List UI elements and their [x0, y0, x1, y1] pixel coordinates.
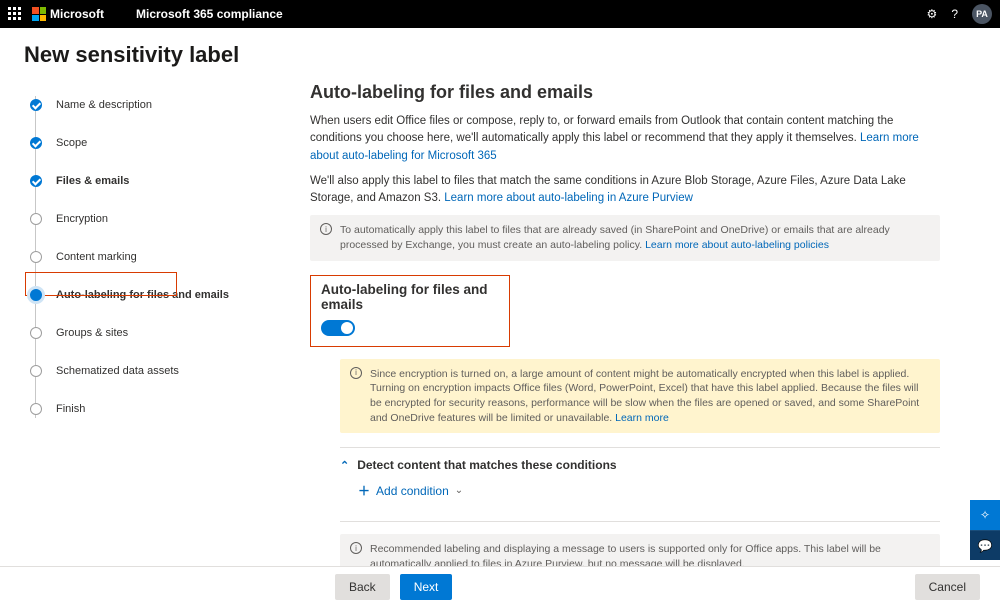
- conditions-heading: Detect content that matches these condit…: [357, 458, 616, 472]
- vendor-name: Microsoft: [50, 7, 104, 21]
- wizard-step[interactable]: Files & emails: [30, 162, 300, 200]
- wizard-step[interactable]: Scope: [30, 124, 300, 162]
- toggle-heading: Auto-labeling for files and emails: [321, 282, 499, 312]
- intro-paragraph: When users edit Office files or compose,…: [310, 113, 940, 165]
- plus-icon: ＋: [358, 482, 370, 499]
- wizard-step-label: Name & description: [56, 99, 152, 111]
- main-content: Auto-labeling for files and emails When …: [300, 74, 1000, 606]
- wizard-step-label: Groups & sites: [56, 327, 128, 339]
- wizard-step-label: Finish: [56, 403, 85, 415]
- highlight-annotation: Auto-labeling for files and emails: [310, 275, 510, 347]
- conditions-section-header[interactable]: ⌃ Detect content that matches these cond…: [340, 448, 940, 478]
- page-title: New sensitivity label: [24, 42, 976, 68]
- wizard-nav: Name & description Scope Files & emails …: [0, 74, 300, 606]
- wizard-step-label: Files & emails: [56, 175, 129, 187]
- account-avatar[interactable]: PA: [972, 4, 992, 24]
- global-header: Microsoft Microsoft 365 compliance ⚙ ? P…: [0, 0, 1000, 28]
- wizard-step[interactable]: Auto-labeling for files and emails: [30, 276, 300, 314]
- wizard-step[interactable]: Groups & sites: [30, 314, 300, 352]
- app-launcher-icon[interactable]: [8, 7, 22, 21]
- settings-icon[interactable]: ⚙: [927, 7, 938, 21]
- auto-labeling-toggle[interactable]: [321, 320, 355, 336]
- info-icon: i: [350, 542, 362, 554]
- learn-more-link[interactable]: Learn more: [615, 412, 669, 424]
- wizard-step-label: Scope: [56, 137, 87, 149]
- feedback-dock: ✧ 💬: [970, 500, 1000, 560]
- wizard-footer: Back Next Cancel: [0, 566, 1000, 606]
- help-icon[interactable]: ?: [951, 7, 958, 21]
- lightbulb-icon[interactable]: ✧: [970, 500, 1000, 530]
- cancel-button[interactable]: Cancel: [915, 574, 980, 600]
- next-button[interactable]: Next: [400, 574, 453, 600]
- product-title: Microsoft 365 compliance: [136, 7, 283, 21]
- info-message-bar: i To automatically apply this label to f…: [310, 215, 940, 260]
- wizard-step-label: Schematized data assets: [56, 365, 179, 377]
- back-button[interactable]: Back: [335, 574, 390, 600]
- wizard-step[interactable]: Schematized data assets: [30, 352, 300, 390]
- wizard-step-label: Encryption: [56, 213, 108, 225]
- intro-paragraph: We'll also apply this label to files tha…: [310, 173, 940, 208]
- learn-more-link[interactable]: Learn more about auto-labeling in Azure …: [444, 192, 693, 204]
- info-icon: i: [320, 223, 332, 235]
- wizard-step[interactable]: Encryption: [30, 200, 300, 238]
- wizard-step-label: Auto-labeling for files and emails: [56, 289, 229, 301]
- section-heading: Auto-labeling for files and emails: [310, 82, 940, 103]
- wizard-step[interactable]: Finish: [30, 390, 300, 428]
- wizard-step[interactable]: Content marking: [30, 238, 300, 276]
- wizard-step[interactable]: Name & description: [30, 86, 300, 124]
- page-header: New sensitivity label: [0, 28, 1000, 74]
- microsoft-logo: Microsoft: [32, 7, 104, 21]
- warning-message-bar: i Since encryption is turned on, a large…: [340, 359, 940, 434]
- learn-more-link[interactable]: Learn more about auto-labeling policies: [645, 239, 829, 251]
- chevron-down-icon: ⌄: [455, 485, 463, 496]
- add-condition-button[interactable]: ＋ Add condition ⌄: [340, 478, 940, 511]
- chevron-up-icon: ⌃: [340, 459, 349, 472]
- info-icon: i: [350, 367, 362, 379]
- feedback-icon[interactable]: 💬: [970, 530, 1000, 560]
- wizard-step-label: Content marking: [56, 251, 137, 263]
